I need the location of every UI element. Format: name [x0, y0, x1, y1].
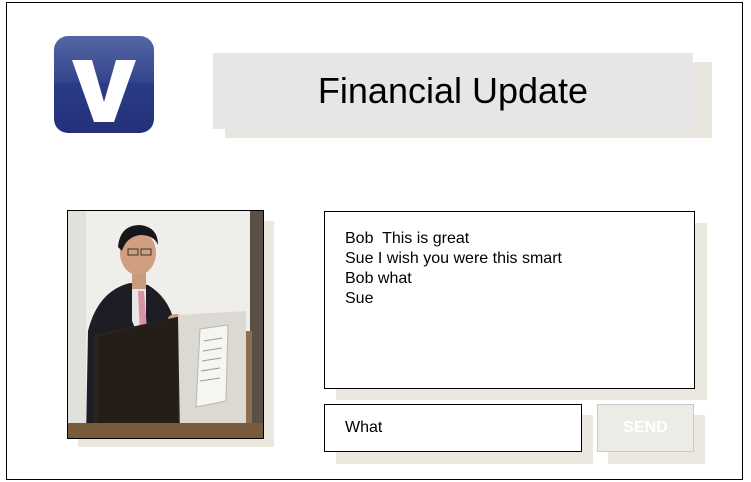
chat-message: Bob what — [345, 270, 412, 287]
v-logo-icon — [72, 60, 136, 122]
chat-transcript[interactable]: Bob This is great Sue I wish you were th… — [324, 211, 695, 389]
presenter-illustration — [68, 211, 263, 438]
presenter-photo — [67, 210, 264, 439]
page-title: Financial Update — [317, 70, 589, 111]
message-input[interactable] — [324, 404, 582, 452]
title-banner: Financial Update — [213, 53, 693, 129]
chat-message: Sue I wish you were this smart — [345, 250, 562, 267]
send-button[interactable]: SEND — [597, 404, 694, 452]
chat-message: Bob This is great — [345, 230, 470, 247]
app-logo — [54, 36, 154, 133]
chat-message: Sue — [345, 290, 374, 307]
